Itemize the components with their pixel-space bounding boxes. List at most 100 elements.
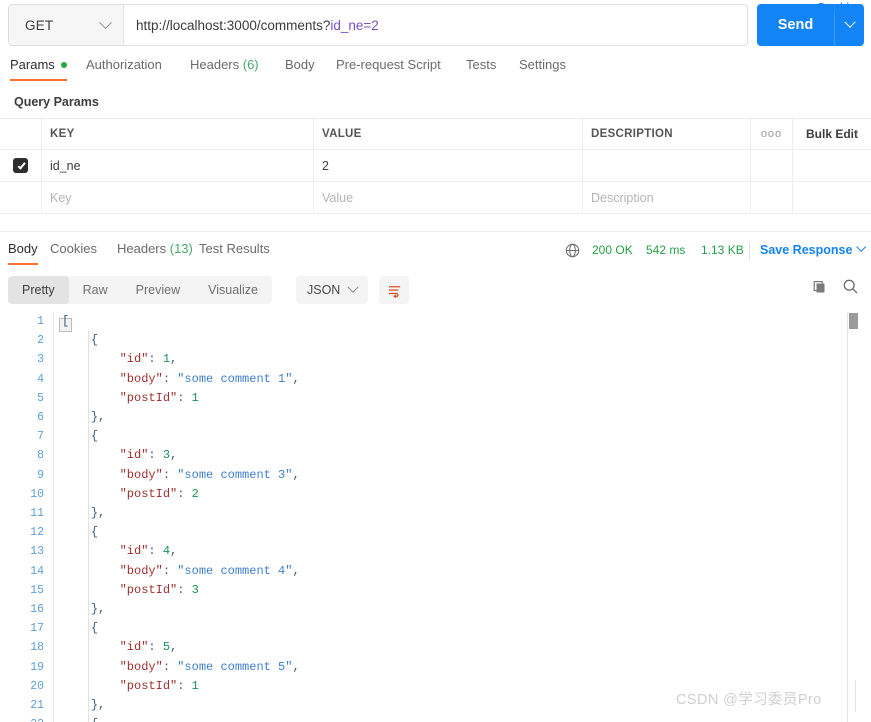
token-p: [ <box>62 314 70 328</box>
status-divider <box>749 242 750 260</box>
param-key-value: id_ne <box>50 158 81 173</box>
token-p: : <box>148 544 163 559</box>
tab-count: (13) <box>166 241 193 256</box>
response-tab-test-results[interactable]: Test Results <box>199 241 270 256</box>
line-number: 7 <box>37 430 44 444</box>
code-line-text: }, <box>62 408 105 427</box>
line-number: 11 <box>30 507 44 520</box>
bulk-edit-button[interactable]: Bulk Edit <box>806 127 858 141</box>
table-options-icon[interactable]: ooo <box>761 128 782 140</box>
cookies-link[interactable]: Cookies <box>816 0 863 15</box>
new-param-key-cell[interactable]: Key <box>42 182 314 213</box>
tab-label: Headers <box>190 57 240 72</box>
response-status-code: 200 OK <box>592 243 633 257</box>
response-tab-headers[interactable]: Headers (13) <box>117 241 193 256</box>
token-p: : <box>177 582 192 597</box>
line-number: 16 <box>30 603 44 616</box>
param-value-cell[interactable]: 2 <box>314 150 583 181</box>
response-tab-body[interactable]: Body <box>8 241 38 265</box>
request-tab-authorization[interactable]: Authorization <box>86 57 162 72</box>
line-number: 14 <box>30 564 44 578</box>
param-key-cell[interactable]: id_ne <box>42 150 314 181</box>
token-s: "some comment 5" <box>177 659 293 674</box>
http-method-selector[interactable]: GET <box>9 5 124 45</box>
code-line-text: "id": 3, <box>62 446 178 465</box>
response-size: 1.13 KB <box>701 243 744 257</box>
scrollbar-track <box>847 313 848 722</box>
row-options-cell <box>751 150 793 181</box>
format-tab-visualize[interactable]: Visualize <box>194 276 272 304</box>
tab-label: Params <box>10 57 55 72</box>
scrollbar-thumb[interactable] <box>849 313 858 329</box>
line-number: 13 <box>30 545 44 559</box>
param-enabled-checkbox[interactable] <box>13 158 28 173</box>
request-tab-tests[interactable]: Tests <box>466 57 496 72</box>
code-line-text: "postId": 1 <box>62 389 199 408</box>
column-header-description: DESCRIPTION <box>591 128 673 140</box>
code-line-text: "body": "some comment 5", <box>62 658 300 677</box>
code-line-text: "postId": 1 <box>62 677 199 696</box>
description-placeholder: Description <box>591 190 654 205</box>
code-line-text: { <box>62 427 98 446</box>
format-tab-preview[interactable]: Preview <box>122 276 194 304</box>
request-tab-pre-request-script[interactable]: Pre-request Script <box>336 57 441 72</box>
code-line-text: { <box>62 523 98 542</box>
line-number: 5 <box>37 391 44 405</box>
token-s: "some comment 1" <box>177 371 293 386</box>
query-params-title: Query Params <box>14 95 99 109</box>
token-p: , <box>292 467 300 482</box>
token-p: , <box>170 640 178 655</box>
token-k: "id" <box>119 640 149 655</box>
chevron-down-icon <box>99 15 112 29</box>
save-response-button[interactable]: Save Response <box>760 242 867 257</box>
token-k: "postId" <box>119 486 178 501</box>
wrap-lines-icon <box>388 285 400 298</box>
tab-label: Authorization <box>86 57 162 72</box>
request-tab-body[interactable]: Body <box>285 57 315 72</box>
code-line-text: }, <box>62 504 105 523</box>
line-number: 10 <box>30 487 44 501</box>
code-line-text: { <box>62 715 98 722</box>
tab-label: Body <box>8 241 38 256</box>
request-tabs: Params Authorization Headers (6) Body Pre-re… <box>0 57 871 86</box>
response-tab-cookies[interactable]: Cookies <box>50 241 97 256</box>
token-p: : <box>148 640 163 655</box>
search-icon[interactable] <box>842 278 859 295</box>
line-number: 19 <box>30 660 44 674</box>
wrap-lines-button[interactable] <box>379 276 409 304</box>
tab-label: Pre-request Script <box>336 57 441 72</box>
new-param-description-cell[interactable]: Description <box>583 182 751 213</box>
url-input[interactable]: http://localhost:3000/comments? id_ne=2 <box>124 5 747 45</box>
format-tab-raw[interactable]: Raw <box>69 276 122 304</box>
http-method-label: GET <box>25 17 54 33</box>
new-param-value-cell[interactable]: Value <box>314 182 583 213</box>
save-response-label: Save Response <box>760 243 853 257</box>
token-p: { <box>90 525 99 540</box>
header-cell-check <box>0 119 42 149</box>
line-number: 12 <box>30 526 44 540</box>
empty-checkbox-cell <box>0 182 42 213</box>
line-number: 9 <box>37 468 44 482</box>
body-language-selector[interactable]: JSON <box>296 276 369 304</box>
token-p: : <box>177 486 192 501</box>
body-format-toolbar: Pretty Raw Preview Visualize <box>8 276 272 304</box>
token-n: 5 <box>162 640 171 655</box>
code-line-text: "body": "some comment 3", <box>62 466 300 485</box>
request-tab-headers[interactable]: Headers (6) <box>190 57 259 72</box>
request-tab-params[interactable]: Params <box>10 57 67 81</box>
format-tab-pretty[interactable]: Pretty <box>8 276 69 304</box>
code-line-text: { <box>62 331 98 350</box>
line-number: 17 <box>30 622 44 636</box>
param-description-cell[interactable] <box>583 150 751 181</box>
token-n: 3 <box>162 448 171 463</box>
token-n: 1 <box>162 352 171 367</box>
body-actions <box>812 278 859 295</box>
globe-icon <box>565 243 580 258</box>
token-k: "id" <box>119 352 149 367</box>
copy-icon[interactable] <box>812 279 828 295</box>
response-body-code[interactable]: 1[2 {3 "id": 1, 4 "body": "some comment 1… <box>0 312 871 722</box>
request-tab-settings[interactable]: Settings <box>519 57 566 72</box>
chevron-down-icon <box>347 281 360 293</box>
response-time: 542 ms <box>646 243 686 257</box>
code-line-text: "body": "some comment 1", <box>62 370 300 389</box>
